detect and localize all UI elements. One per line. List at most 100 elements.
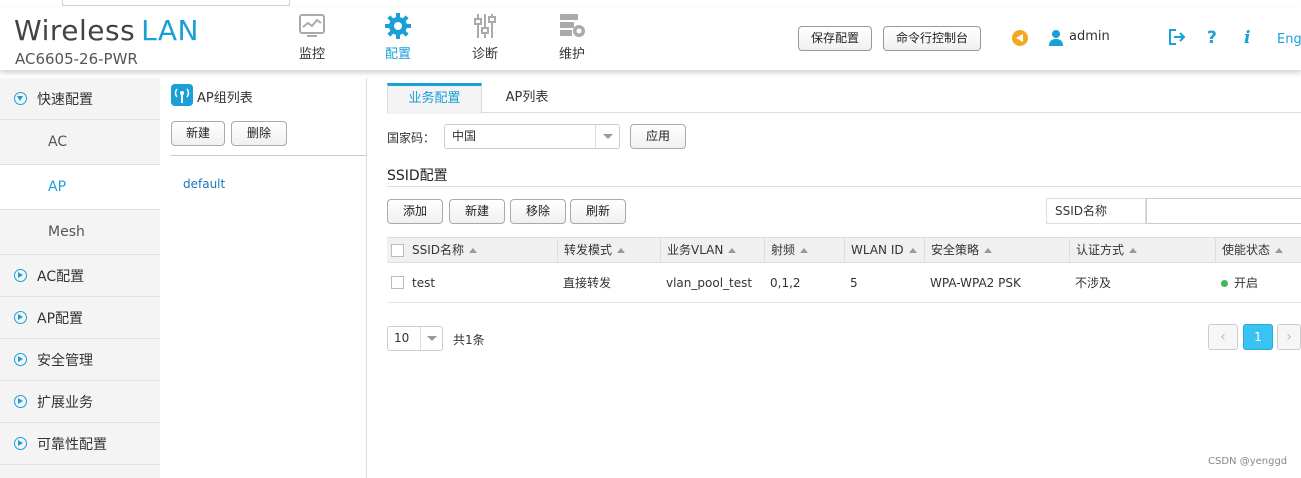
sort-icon <box>908 248 917 253</box>
sidebar-item-quick-config[interactable]: 快速配置 <box>0 78 160 120</box>
sidebar-item-security[interactable]: 安全管理 <box>0 339 160 381</box>
chevron-right-icon <box>14 311 27 324</box>
gear-icon <box>385 13 411 39</box>
tab-service-config[interactable]: 业务配置 <box>387 83 482 114</box>
sort-icon <box>469 248 478 253</box>
sort-icon <box>984 248 993 253</box>
page-button-current[interactable]: 1 <box>1243 324 1273 350</box>
wireless-ap-icon <box>171 84 193 106</box>
device-model: AC6605-26-PWR <box>15 50 138 68</box>
language-switch[interactable]: Eng <box>1277 32 1301 47</box>
apply-button[interactable]: 应用 <box>630 124 686 149</box>
column-label: 转发模式 <box>564 243 613 257</box>
sliders-icon <box>474 14 496 38</box>
ssid-section-title: SSID配置 <box>387 168 448 184</box>
refresh-button[interactable]: 刷新 <box>570 199 626 224</box>
sidebar-item-reliability[interactable]: 可靠性配置 <box>0 423 160 465</box>
column-label: 业务VLAN <box>667 243 724 257</box>
cell-vlan: vlan_pool_test <box>666 276 753 290</box>
tab-ap-list[interactable]: AP列表 <box>482 83 572 113</box>
page-size-value: 10 <box>394 331 410 345</box>
new-button[interactable]: 新建 <box>449 199 505 224</box>
new-group-button[interactable]: 新建 <box>171 121 225 146</box>
column-forward-mode[interactable]: 转发模式 <box>557 238 660 263</box>
column-label: 使能状态 <box>1222 243 1271 257</box>
ssid-table: SSID名称 转发模式 业务VLAN 射频 WLAN ID 安全策略 认证方式 … <box>387 237 1301 303</box>
next-page-button[interactable]: › <box>1277 324 1301 350</box>
remove-button[interactable]: 移除 <box>510 199 566 224</box>
status-text: 开启 <box>1234 276 1259 290</box>
sidebar-item-ap-config[interactable]: AP配置 <box>0 297 160 339</box>
chevron-down-icon <box>595 125 619 148</box>
help-icon[interactable]: ? <box>1207 28 1217 48</box>
sidebar-item-extended[interactable]: 扩展业务 <box>0 381 160 423</box>
sort-icon <box>1129 248 1138 253</box>
cell-radio: 0,1,2 <box>770 276 801 290</box>
cell-security: WPA-WPA2 PSK <box>930 276 1021 290</box>
chevron-right-icon <box>14 437 27 450</box>
cell-forward-mode: 直接转发 <box>563 276 612 290</box>
sort-icon <box>1275 248 1284 253</box>
top-header: Wireless LAN AC6605-26-PWR 监控 配置 诊断 维护 保… <box>0 8 1301 70</box>
sidebar-item-label: 快速配置 <box>37 91 93 108</box>
nav-tab-monitor[interactable]: 监控 <box>282 11 342 62</box>
brand-main: Wireless <box>14 14 136 47</box>
save-config-button[interactable]: 保存配置 <box>798 26 873 51</box>
user-icon <box>1049 30 1063 46</box>
sort-icon <box>728 248 737 253</box>
app-window: Wireless LAN AC6605-26-PWR 监控 配置 诊断 维护 保… <box>0 0 1301 478</box>
column-ssid[interactable]: SSID名称 <box>406 238 558 263</box>
chevron-right-icon <box>14 269 27 282</box>
column-wlan-id[interactable]: WLAN ID <box>844 238 924 263</box>
nav-tab-config[interactable]: 配置 <box>368 11 428 62</box>
cell-wlan-id: 5 <box>850 276 858 290</box>
row-checkbox[interactable] <box>391 276 404 289</box>
brand-title: Wireless LAN <box>14 14 199 47</box>
column-security[interactable]: 安全策略 <box>924 238 1070 263</box>
column-label: 认证方式 <box>1076 243 1125 257</box>
column-status[interactable]: 使能状态 <box>1215 238 1301 263</box>
sort-icon <box>617 248 626 253</box>
ap-group-title: AP组列表 <box>197 91 253 106</box>
column-auth[interactable]: 认证方式 <box>1069 238 1216 263</box>
country-code-value: 中国 <box>452 129 477 143</box>
chevron-down-icon <box>14 92 27 105</box>
search-input[interactable] <box>1146 198 1301 224</box>
logout-icon[interactable] <box>1168 28 1186 46</box>
column-label: 安全策略 <box>931 243 980 257</box>
username[interactable]: admin <box>1069 29 1110 44</box>
nav-tab-maintain[interactable]: 维护 <box>542 11 602 62</box>
delete-group-button[interactable]: 删除 <box>231 121 287 146</box>
notification-icon[interactable] <box>1012 30 1028 46</box>
column-radio[interactable]: 射频 <box>764 238 844 263</box>
sidebar-sub-ap[interactable]: AP <box>0 165 160 210</box>
ap-group-panel: AP组列表 新建 删除 default <box>160 78 367 478</box>
brand-accent: LAN <box>141 14 199 47</box>
cell-status: 开启 <box>1215 263 1258 303</box>
add-button[interactable]: 添加 <box>387 199 443 224</box>
prev-page-button[interactable]: ‹ <box>1208 324 1238 350</box>
select-all-checkbox[interactable] <box>391 244 404 257</box>
cli-console-button[interactable]: 命令行控制台 <box>883 26 982 51</box>
sidebar-sub-mesh[interactable]: Mesh <box>0 210 160 255</box>
page-size-select[interactable]: 10 <box>387 326 443 351</box>
column-vlan[interactable]: 业务VLAN <box>660 238 764 263</box>
sidebar-sub-ac[interactable]: AC <box>0 120 160 165</box>
group-item-default[interactable]: default <box>183 177 225 191</box>
browser-top-strip <box>0 0 1301 8</box>
country-code-select[interactable]: 中国 <box>444 124 620 149</box>
address-box[interactable] <box>62 0 290 6</box>
nav-tab-diagnose[interactable]: 诊断 <box>455 11 515 62</box>
sidebar-item-label: 扩展业务 <box>37 394 93 411</box>
sidebar-item-ac-config[interactable]: AC配置 <box>0 255 160 297</box>
chevron-right-icon <box>14 353 27 366</box>
nav-label-config: 配置 <box>384 47 411 62</box>
sort-icon <box>800 248 809 253</box>
table-row[interactable]: test 直接转发 vlan_pool_test 0,1,2 5 WPA-WPA… <box>387 263 1301 303</box>
cell-auth: 不涉及 <box>1075 276 1112 290</box>
status-on-icon <box>1221 280 1228 287</box>
country-code-label: 国家码： <box>387 131 436 145</box>
search-field-label[interactable]: SSID名称 <box>1046 198 1146 224</box>
info-icon[interactable]: i <box>1244 28 1250 48</box>
divider <box>170 155 367 156</box>
